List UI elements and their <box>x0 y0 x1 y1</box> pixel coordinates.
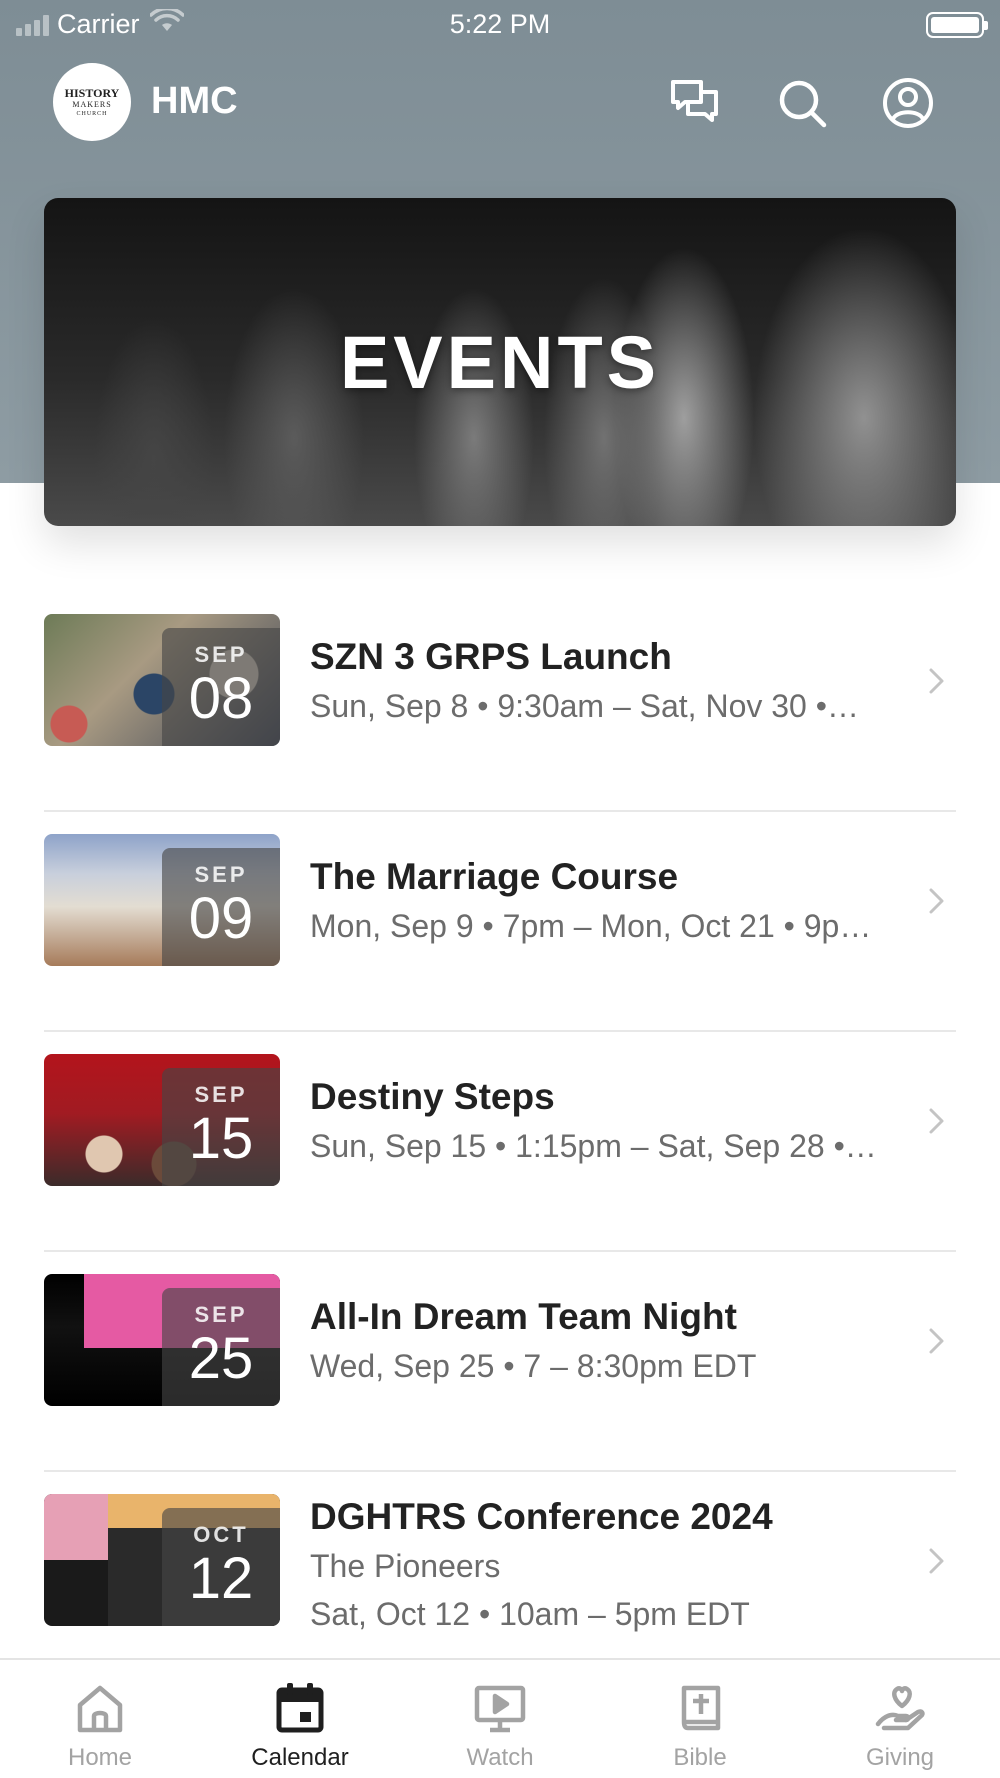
tab-calendar[interactable]: Calendar <box>200 1660 400 1778</box>
hero-title: EVENTS <box>339 320 661 404</box>
event-thumbnail: SEP 08 <box>44 614 280 746</box>
tab-watch[interactable]: Watch <box>400 1660 600 1778</box>
date-month: SEP <box>194 862 248 887</box>
event-title: DGHTRS Conference 2024 <box>310 1496 773 1537</box>
giving-icon <box>875 1686 925 1731</box>
tab-giving[interactable]: Giving <box>800 1660 1000 1778</box>
logo-line2: MAKERS <box>72 100 112 109</box>
watch-icon <box>474 1685 526 1733</box>
event-subtitle: Mon, Sep 9 • 7pm – Mon, Oct 21 • 9p… <box>310 908 872 944</box>
battery-icon <box>926 12 988 38</box>
date-day: 12 <box>188 1546 254 1611</box>
date-badge: OCT 12 <box>162 1508 280 1626</box>
events-hero-banner: EVENTS <box>44 198 956 526</box>
profile-icon[interactable] <box>881 76 935 130</box>
logo-line3: CHURCH <box>76 111 108 117</box>
chat-icon[interactable] <box>668 76 722 130</box>
tab-label: Home <box>67 1744 133 1771</box>
tab-label: Bible <box>673 1744 727 1771</box>
date-badge: SEP 08 <box>162 628 280 746</box>
status-time: 5:22 PM <box>449 9 551 39</box>
event-subtitle: The Pioneers <box>310 1548 501 1584</box>
status-bar: Carrier 5:22 PM <box>0 0 1000 50</box>
thumbnail-graphic <box>44 1494 108 1560</box>
event-title: All-In Dream Team Night <box>310 1296 737 1337</box>
event-subtitle: Sun, Sep 15 • 1:15pm – Sat, Sep 28 •… <box>310 1128 877 1164</box>
event-subtitle-2: Sat, Oct 12 • 10am – 5pm EDT <box>310 1596 750 1632</box>
chevron-right-icon <box>929 668 944 694</box>
event-title: The Marriage Course <box>310 856 679 897</box>
tab-label: Watch <box>466 1744 534 1771</box>
tab-bible[interactable]: Bible <box>600 1660 800 1778</box>
calendar-icon <box>276 1683 324 1733</box>
date-month: OCT <box>193 1522 249 1547</box>
chevron-right-icon <box>929 1328 944 1354</box>
tab-home[interactable]: Home <box>0 1660 200 1778</box>
date-day: 09 <box>188 886 254 951</box>
event-thumbnail: SEP 25 <box>44 1274 280 1406</box>
app-header: HISTORY MAKERS CHURCH HMC <box>0 62 1000 142</box>
date-day: 15 <box>188 1106 254 1171</box>
date-day: 08 <box>188 666 254 731</box>
date-month: SEP <box>194 1082 248 1107</box>
tab-label: Giving <box>865 1744 935 1771</box>
date-badge: SEP 15 <box>162 1068 280 1186</box>
date-month: SEP <box>194 642 248 667</box>
event-row[interactable]: SEP 08 SZN 3 GRPS Launch Sun, Sep 8 • 9:… <box>0 592 1000 812</box>
home-icon <box>77 1685 123 1733</box>
logo-line1: HISTORY <box>64 86 120 100</box>
search-icon[interactable] <box>775 76 829 130</box>
event-title: Destiny Steps <box>310 1076 555 1117</box>
event-title: SZN 3 GRPS Launch <box>310 636 672 677</box>
event-thumbnail: OCT 12 <box>44 1494 280 1626</box>
tab-bar: Home Calendar Watch Bible Giving <box>0 1658 1000 1778</box>
church-logo[interactable]: HISTORY MAKERS CHURCH <box>53 63 131 141</box>
bible-icon <box>681 1685 721 1731</box>
event-row[interactable]: SEP 25 All-In Dream Team Night Wed, Sep … <box>0 1252 1000 1472</box>
event-subtitle: Wed, Sep 25 • 7 – 8:30pm EDT <box>310 1348 757 1384</box>
date-month: SEP <box>194 1302 248 1327</box>
events-list: SEP 08 SZN 3 GRPS Launch Sun, Sep 8 • 9:… <box>0 592 1000 1692</box>
chevron-right-icon <box>929 888 944 914</box>
chevron-right-icon <box>929 1548 944 1574</box>
event-thumbnail: SEP 15 <box>44 1054 280 1186</box>
tab-label: Calendar <box>251 1744 349 1771</box>
date-day: 25 <box>188 1326 254 1391</box>
chevron-right-icon <box>929 1108 944 1134</box>
app-name: HMC <box>151 80 238 122</box>
date-badge: SEP 09 <box>162 848 280 966</box>
event-thumbnail: SEP 09 <box>44 834 280 966</box>
event-subtitle: Sun, Sep 8 • 9:30am – Sat, Nov 30 •… <box>310 688 859 724</box>
date-badge: SEP 25 <box>162 1288 280 1406</box>
event-row[interactable]: SEP 09 The Marriage Course Mon, Sep 9 • … <box>0 812 1000 1032</box>
event-row[interactable]: SEP 15 Destiny Steps Sun, Sep 15 • 1:15p… <box>0 1032 1000 1252</box>
